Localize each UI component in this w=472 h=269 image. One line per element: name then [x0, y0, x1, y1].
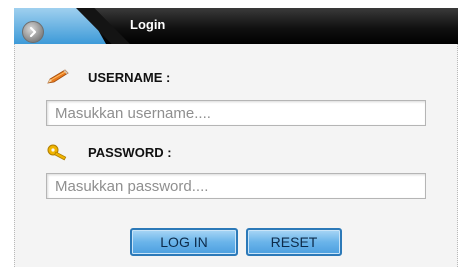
login-button[interactable]: LOG IN — [130, 228, 238, 256]
page-title: Login — [130, 17, 166, 32]
chevron-right-icon[interactable] — [22, 21, 44, 43]
password-label-row: PASSWORD : — [46, 143, 172, 161]
password-label: PASSWORD : — [88, 144, 172, 160]
login-header — [14, 8, 458, 44]
username-label: USERNAME : — [88, 69, 171, 85]
username-input[interactable] — [46, 100, 426, 126]
pencil-icon — [46, 68, 70, 86]
password-input[interactable] — [46, 173, 426, 199]
reset-button[interactable]: RESET — [246, 228, 342, 256]
key-icon — [46, 143, 70, 161]
username-label-row: USERNAME : — [46, 68, 170, 86]
